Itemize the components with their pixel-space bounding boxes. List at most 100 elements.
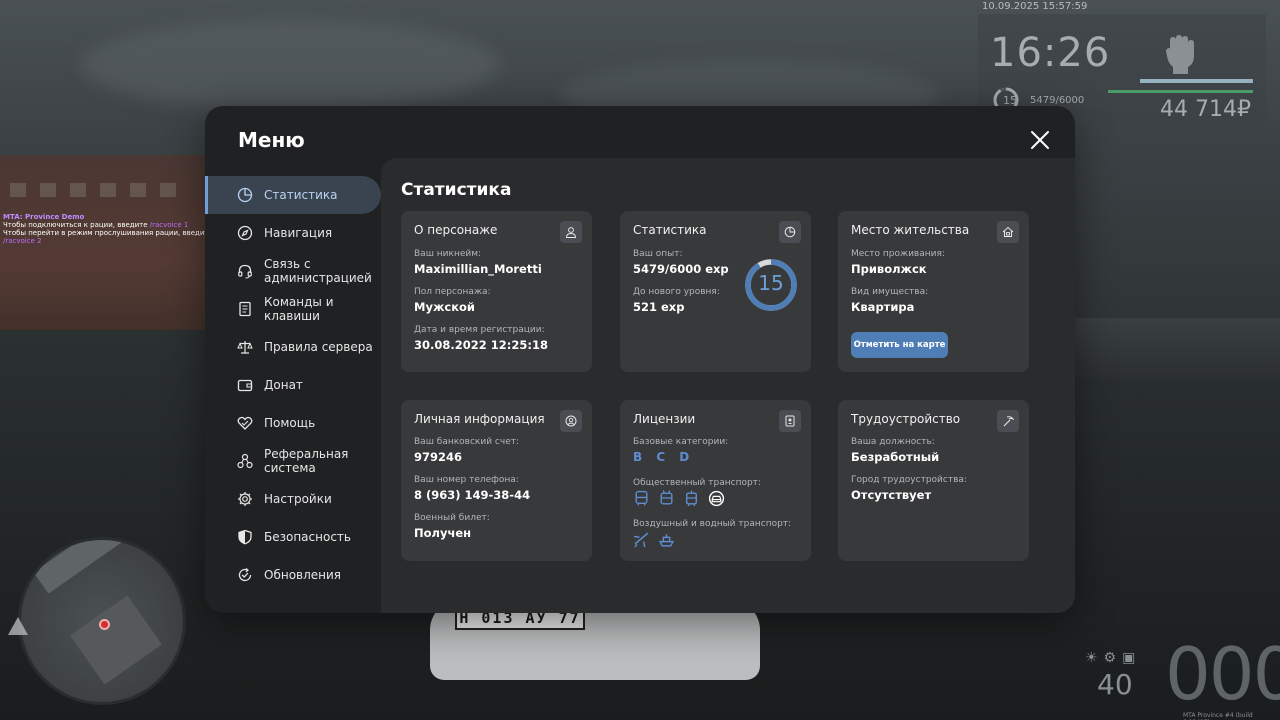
job-position-value: Безработный (851, 450, 940, 464)
sidebar-item-help[interactable]: Помощь (205, 404, 381, 442)
licenses-card: Лицензии Базовые категории: B C D Общест… (620, 400, 811, 561)
fist-icon (1166, 35, 1194, 74)
mark-on-map-button[interactable]: Отметить на карте (851, 332, 948, 358)
chat-line: MTA: Province Demo (3, 213, 85, 221)
gear-icon (238, 492, 252, 506)
network-icon (237, 453, 253, 469)
cloud (80, 20, 500, 110)
sidebar-item-label: Безопасность (264, 530, 351, 544)
fuel-readout: 40 (1097, 668, 1133, 701)
hud-money: 44 714₽ (1160, 97, 1251, 122)
id-card-icon (779, 410, 801, 432)
wallet-icon (237, 379, 253, 392)
bus-icon (633, 490, 650, 507)
stats-card: Статистика Ваш опыт: 5479/6000 exp До но… (620, 211, 811, 372)
next-level-value: 521 exp (633, 300, 685, 314)
pie-chart-icon (779, 221, 801, 243)
chat-line: Чтобы подключиться к рации, введите /rac… (3, 221, 189, 229)
nickname-value: Maximillian_Moretti (414, 262, 542, 276)
card-title: Место жительства (851, 223, 970, 237)
sidebar-item-label: Обновления (264, 568, 342, 582)
level-number: 15 (758, 271, 784, 295)
job-city-value: Отсутствует (851, 488, 932, 502)
sidebar-item-navigation[interactable]: Навигация (205, 214, 381, 252)
house-icon (997, 221, 1019, 243)
sidebar-item-label: Настройки (264, 492, 332, 506)
hud-hunger-bar (1108, 90, 1253, 93)
vehicle-indicator-icons: ☀⚙▣ (1085, 650, 1142, 666)
speedometer: 000 (1165, 632, 1280, 716)
sidebar-item-settings[interactable]: Настройки (205, 480, 381, 518)
field-label: Базовые категории: (633, 437, 729, 447)
background-building (1075, 318, 1280, 378)
sidebar-item-contact-admin[interactable]: Связь с администрацией (205, 252, 381, 290)
headset-icon (238, 264, 252, 279)
sidebar-item-label: Помощь (264, 416, 316, 430)
scales-icon (237, 341, 253, 354)
pie-chart-icon (237, 187, 253, 203)
card-title: Лицензии (633, 412, 696, 426)
document-icon (239, 301, 251, 317)
sidebar-item-updates[interactable]: Обновления (205, 556, 381, 594)
field-label: Ваша должность: (851, 437, 935, 447)
hud-health-bar (1140, 79, 1253, 83)
field-label: Военный билет: (414, 513, 490, 523)
sidebar-item-label: Донат (264, 378, 303, 392)
sidebar-item-statistics[interactable]: Статистика (205, 176, 381, 214)
field-label: Общественный транспорт: (633, 478, 761, 488)
sidebar-item-donate[interactable]: Донат (205, 366, 381, 404)
north-arrow-icon (8, 617, 28, 635)
sidebar-item-referral[interactable]: Реферальная система (205, 442, 381, 480)
trolleybus-icon (658, 490, 675, 507)
hud-datetime: 10.09.2025 15:57:59 (982, 1, 1088, 12)
chat-log: MTA: Province Demo Чтобы подключиться к … (3, 213, 213, 245)
sidebar-item-rules[interactable]: Правила сервера (205, 328, 381, 366)
hud-exp: 5479/6000 (1030, 95, 1085, 106)
employment-card: Трудоустройство Ваша должность: Безработ… (838, 400, 1029, 561)
field-label: Вид имущества: (851, 287, 929, 297)
field-label: Ваш банковский счет: (414, 437, 520, 447)
phone-value: 8 (963) 149-38-44 (414, 488, 531, 502)
property-type-value: Квартира (851, 300, 915, 314)
pickaxe-icon (997, 410, 1019, 432)
taxi-icon (708, 490, 725, 507)
gender-value: Мужской (414, 300, 475, 314)
user-icon (560, 221, 582, 243)
sidebar-item-label: Навигация (264, 226, 333, 240)
bank-account-value: 979246 (414, 450, 463, 464)
minimap (18, 537, 186, 705)
user-circle-icon (560, 410, 582, 432)
sidebar-nav: Статистика Навигация Связь с администрац… (205, 176, 381, 594)
build-info: MTA Province #4 (build 6.12417) (1183, 712, 1253, 720)
card-title: Статистика (633, 223, 707, 237)
hud-clock: 16:26 (990, 30, 1111, 76)
military-id-value: Получен (414, 526, 472, 540)
player-blip (99, 619, 110, 630)
card-title: О персонаже (414, 223, 498, 237)
air-water-licenses (633, 531, 675, 548)
card-title: Личная информация (414, 412, 545, 426)
field-label: Город трудоустройства: (851, 475, 967, 485)
personal-info-card: Личная информация Ваш банковский счет: 9… (401, 400, 592, 561)
exp-value: 5479/6000 exp (633, 262, 729, 276)
sidebar-item-security[interactable]: Безопасность (205, 518, 381, 556)
boat-icon (658, 531, 675, 548)
field-label: Воздушный и водный транспорт: (633, 519, 792, 529)
content-panel: Статистика О персонаже Ваш никнейм: Maxi… (381, 158, 1075, 613)
heart-handshake-icon (237, 416, 253, 430)
field-label: Место проживания: (851, 249, 945, 259)
field-label: До нового уровня: (633, 287, 720, 297)
field-label: Ваш номер телефона: (414, 475, 519, 485)
plane-icon (633, 531, 650, 548)
main-menu: Меню Статистика Навигация Связь с админи… (205, 106, 1075, 613)
license-categories: B C D (633, 450, 695, 464)
sidebar-item-label: Связь с администрацией (264, 257, 372, 285)
field-label: Ваш опыт: (633, 249, 683, 259)
field-label: Ваш никнейм: (414, 249, 482, 259)
card-title: Трудоустройство (851, 412, 961, 426)
field-label: Дата и время регистрации: (414, 325, 545, 335)
sidebar-item-label: Команды и клавиши (264, 295, 334, 323)
sidebar-item-commands[interactable]: Команды и клавиши (205, 290, 381, 328)
refresh-check-icon (238, 568, 252, 582)
close-icon[interactable] (1030, 130, 1050, 150)
